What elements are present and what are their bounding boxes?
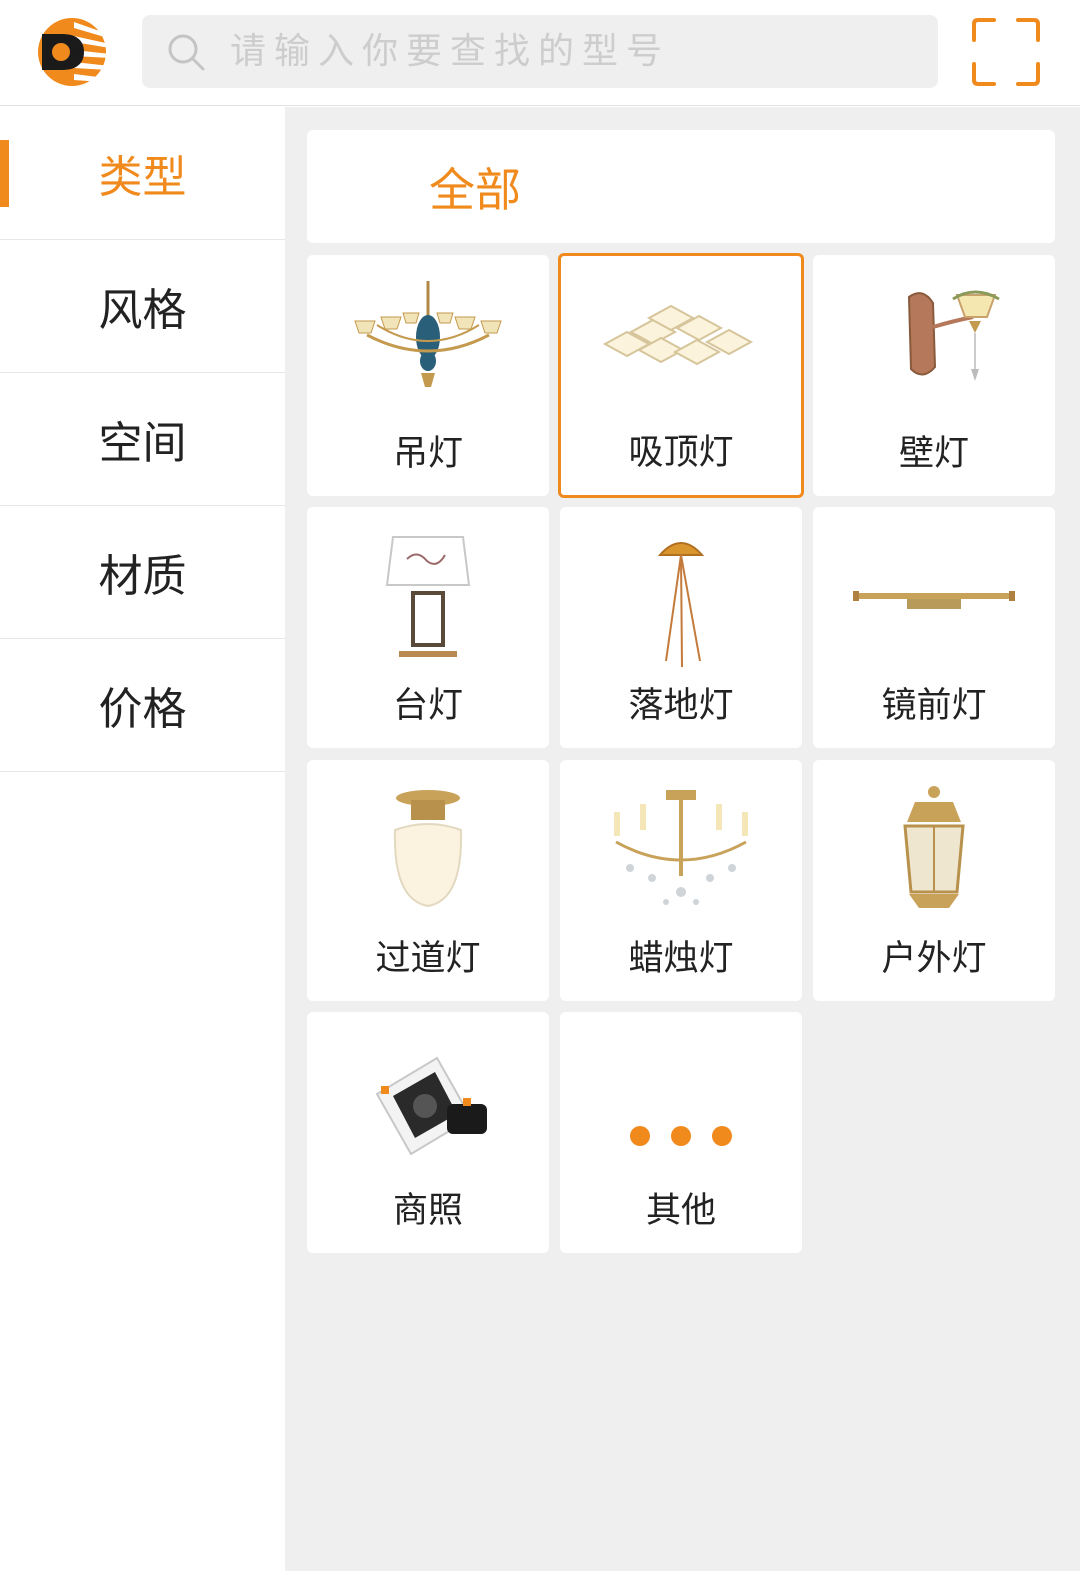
sidebar-item-label: 材质 xyxy=(98,551,187,602)
all-category-button[interactable]: 全部 xyxy=(307,130,1055,243)
category-label: 落地灯 xyxy=(628,686,734,726)
table-lamp-icon xyxy=(385,536,471,657)
chandelier-icon xyxy=(354,281,502,387)
search-bar[interactable] xyxy=(142,15,938,88)
sidebar-item-material[interactable]: 材质 xyxy=(0,506,285,639)
sidebar-item-price[interactable]: 价格 xyxy=(0,639,285,772)
commercial-spotlight-icon xyxy=(375,1056,487,1156)
category-card-wall-lamp[interactable]: 壁灯 xyxy=(813,255,1055,496)
search-input[interactable] xyxy=(230,21,910,82)
sidebar-item-label: 类型 xyxy=(98,152,187,203)
wall-lamp-icon xyxy=(907,290,1000,381)
sidebar-item-label: 价格 xyxy=(98,684,187,735)
scan-icon[interactable] xyxy=(970,16,1042,88)
category-card-ceiling-light[interactable]: 吸顶灯 xyxy=(558,253,804,498)
search-icon xyxy=(168,34,205,70)
sidebar-item-type[interactable]: 类型 xyxy=(0,107,285,240)
category-label: 商照 xyxy=(392,1191,463,1231)
category-label: 吸顶灯 xyxy=(628,433,734,473)
category-card-table-lamp[interactable]: 台灯 xyxy=(307,507,549,748)
category-card-mirror-light[interactable]: 镜前灯 xyxy=(813,507,1055,748)
top-bar xyxy=(0,0,1080,106)
category-label: 蜡烛灯 xyxy=(628,939,734,979)
category-label: 镜前灯 xyxy=(881,686,987,726)
sidebar-item-label: 风格 xyxy=(98,285,187,336)
sidebar-item-style[interactable]: 风格 xyxy=(0,240,285,373)
category-card-candle-chandelier[interactable]: 蜡烛灯 xyxy=(560,760,802,1001)
brand-logo[interactable] xyxy=(34,14,110,90)
category-panel: 全部 吊灯 吸顶灯 壁灯 台灯 落地灯 镜前灯 过道灯 蜡烛灯 户外灯 商照 其… xyxy=(285,107,1080,1571)
category-label: 台灯 xyxy=(392,686,463,726)
all-category-label: 全部 xyxy=(429,162,521,217)
sidebar-item-space[interactable]: 空间 xyxy=(0,373,285,506)
ceiling-light-icon xyxy=(602,304,754,366)
category-label: 其他 xyxy=(645,1191,716,1231)
category-label: 户外灯 xyxy=(881,939,987,979)
more-dots-icon xyxy=(630,1126,732,1146)
category-card-floor-lamp[interactable]: 落地灯 xyxy=(560,507,802,748)
category-card-chandelier[interactable]: 吊灯 xyxy=(307,255,549,496)
category-label: 吊灯 xyxy=(392,434,463,474)
aisle-light-icon xyxy=(393,790,463,908)
active-indicator xyxy=(0,140,9,207)
mirror-light-icon xyxy=(853,591,1015,609)
sidebar-item-label: 空间 xyxy=(98,418,187,469)
category-card-commercial-lighting[interactable]: 商照 xyxy=(307,1012,549,1253)
category-card-aisle-light[interactable]: 过道灯 xyxy=(307,760,549,1001)
floor-lamp-icon xyxy=(657,542,705,668)
category-card-others[interactable]: 其他 xyxy=(560,1012,802,1253)
filter-sidebar: 类型 风格 空间 材质 价格 xyxy=(0,107,285,1571)
category-card-outdoor-lantern[interactable]: 户外灯 xyxy=(813,760,1055,1001)
outdoor-lantern-icon xyxy=(903,786,965,908)
category-label: 过道灯 xyxy=(375,939,481,979)
category-label: 壁灯 xyxy=(898,434,969,474)
candle-chandelier-icon xyxy=(614,790,748,905)
